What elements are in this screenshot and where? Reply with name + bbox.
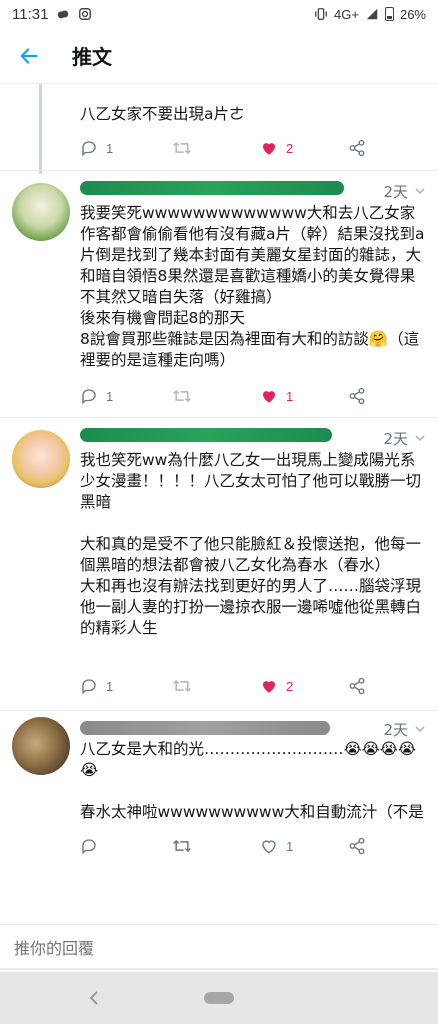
tweet-actions: 1	[80, 834, 380, 858]
retweet-icon	[173, 679, 191, 693]
signal-icon	[366, 8, 378, 20]
reply-count: 1	[106, 140, 114, 156]
like-count: 2	[286, 140, 294, 156]
tweet-header	[80, 424, 430, 446]
share-button[interactable]	[348, 387, 366, 405]
reply-icon	[82, 141, 96, 157]
like-button[interactable]: 1	[260, 387, 293, 405]
tweet-timestamp: 2天	[383, 721, 408, 739]
retweet-icon	[173, 389, 191, 403]
tweet-header	[80, 177, 430, 199]
retweet-button[interactable]	[172, 837, 192, 855]
tweet-header	[80, 717, 430, 739]
cloud-icon	[58, 10, 69, 19]
tweet-timestamp: 2天	[383, 430, 408, 448]
page-title: 推文	[72, 45, 112, 69]
tweet-timestamp: 2天	[383, 183, 408, 201]
author-name-redacted	[80, 428, 332, 442]
nav-back-icon[interactable]	[84, 986, 104, 1010]
reply-bar	[0, 924, 438, 972]
like-button[interactable]: 1	[260, 837, 293, 855]
instagram-icon	[79, 8, 92, 20]
author-name-redacted	[80, 721, 330, 735]
system-nav-bar	[0, 972, 438, 1024]
tweet-actions: 1 2	[80, 136, 380, 160]
reply-input[interactable]	[14, 939, 414, 958]
share-icon	[349, 387, 365, 405]
retweet-icon	[173, 839, 191, 853]
retweet-button[interactable]	[172, 677, 192, 695]
tweet-actions: 1 2	[80, 674, 380, 698]
tweet[interactable]: 2天 我要笑死wwwwwwwwwwwww大和去八乙女家作客都會偷偷看他有沒有藏a…	[0, 171, 438, 417]
tweet-actions: 1 1	[80, 384, 380, 408]
heart-filled-icon	[263, 391, 275, 403]
avatar[interactable]	[12, 183, 70, 241]
retweet-button[interactable]	[172, 139, 192, 157]
reply-count: 1	[106, 388, 114, 404]
chevron-down-icon[interactable]	[414, 723, 426, 735]
avatar[interactable]	[12, 430, 70, 488]
back-button[interactable]	[0, 28, 58, 84]
like-count: 1	[286, 388, 294, 404]
heart-filled-icon	[263, 143, 275, 155]
nav-home-button[interactable]	[204, 992, 234, 1004]
status-time: 11:31	[12, 5, 49, 23]
network-label: 4G+	[334, 6, 359, 22]
battery-icon	[384, 7, 394, 21]
reply-icon	[82, 389, 96, 405]
tweet-text: 我要笑死wwwwwwwwwwwww大和去八乙女家作客都會偷偷看他有沒有藏a片（幹…	[80, 204, 425, 369]
reply-underline	[0, 968, 438, 970]
arrow-left-icon	[20, 47, 38, 64]
heart-filled-icon	[263, 681, 275, 693]
chevron-down-icon[interactable]	[414, 432, 426, 444]
avatar[interactable]	[12, 717, 70, 775]
chevron-down-icon[interactable]	[414, 185, 426, 197]
reply-icon	[82, 839, 96, 855]
tweet-text: 八乙女是大和的光………………………😭😭😭😭😭 春水太神啦wwwwwwwwww大和…	[80, 740, 424, 821]
vibrate-icon	[315, 8, 327, 20]
reply-icon	[82, 679, 96, 695]
like-count: 1	[286, 838, 294, 854]
reply-button[interactable]: 1	[80, 139, 113, 157]
like-button[interactable]: 2	[260, 677, 293, 695]
share-icon	[349, 139, 365, 157]
reply-button[interactable]: 1	[80, 387, 113, 405]
reply-button[interactable]	[80, 837, 106, 855]
tweet-text: 我也笑死ww為什麼八乙女一出現馬上變成陽光系少女漫畫！！！！八乙女太可怕了他可以…	[80, 451, 422, 637]
reply-button[interactable]: 1	[80, 677, 113, 695]
app-header: 推文	[0, 28, 438, 84]
tweet-text: 八乙女家不要出現a片ㄜ	[80, 105, 245, 123]
battery-level: 26%	[399, 6, 426, 22]
share-icon	[349, 837, 365, 855]
like-count: 2	[286, 678, 294, 694]
status-bar: 11:31 4G+ 26%	[0, 0, 438, 28]
reply-count: 1	[106, 678, 114, 694]
retweet-button[interactable]	[172, 387, 192, 405]
heart-outline-icon	[262, 840, 276, 854]
share-button[interactable]	[348, 677, 366, 695]
tweet[interactable]: 2天 我也笑死ww為什麼八乙女一出現馬上變成陽光系少女漫畫！！！！八乙女太可怕了…	[0, 418, 438, 708]
share-button[interactable]	[348, 139, 366, 157]
like-button[interactable]: 2	[260, 139, 293, 157]
share-button[interactable]	[348, 837, 366, 855]
share-icon	[349, 677, 365, 695]
retweet-icon	[173, 141, 191, 155]
author-name-redacted	[80, 181, 344, 195]
